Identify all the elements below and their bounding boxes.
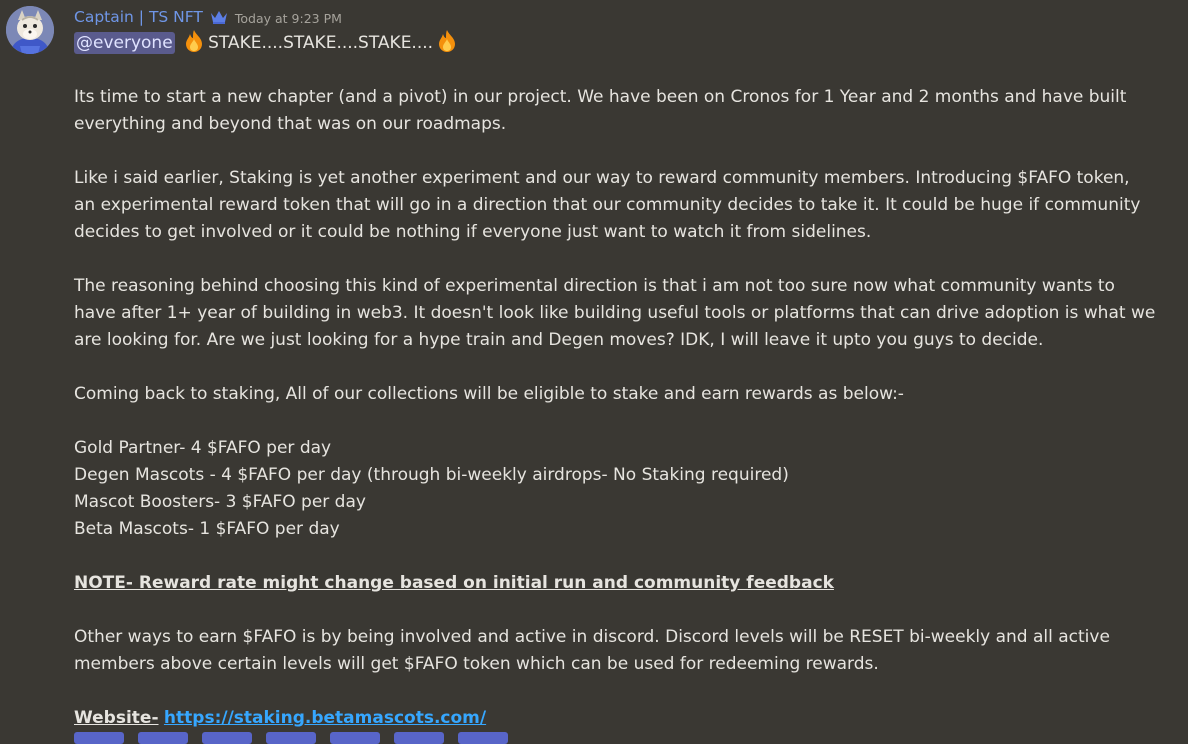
- fire-icon: [183, 29, 205, 53]
- reward-item: Degen Mascots - 4 $FAFO per day (through…: [74, 465, 789, 485]
- reasoning-paragraph: The reasoning behind choosing this kind …: [74, 273, 1179, 354]
- headline-line: @everyone STAKE....STAKE....STAKE....: [74, 29, 1179, 57]
- link-button[interactable]: [394, 732, 444, 744]
- other-ways-paragraph: Other ways to earn $FAFO is by being inv…: [74, 624, 1179, 678]
- link-button[interactable]: [138, 732, 188, 744]
- paragraph-line: are looking for. Are we just looking for…: [74, 330, 1044, 350]
- paragraph-line: everything and beyond that was on our ro…: [74, 114, 507, 134]
- note-paragraph: NOTE- Reward rate might change based on …: [74, 570, 1179, 597]
- paragraph-line: Coming back to staking, All of our colle…: [74, 384, 904, 404]
- everyone-mention[interactable]: @everyone: [74, 32, 175, 54]
- link-button[interactable]: [74, 732, 124, 744]
- staking-intro-paragraph: Like i said earlier, Staking is yet anot…: [74, 165, 1179, 246]
- website-link[interactable]: https://staking.betamascots.com/: [164, 708, 486, 728]
- note-text: NOTE- Reward rate might change based on …: [74, 573, 834, 593]
- message-header: Captain | TS NFT Today at 9:23 PM: [74, 5, 342, 29]
- paragraph-line: have after 1+ year of building in web3. …: [74, 303, 1156, 323]
- paragraph-line: Other ways to earn $FAFO is by being inv…: [74, 627, 1110, 647]
- paragraph-line: Like i said earlier, Staking is yet anot…: [74, 168, 1130, 188]
- link-button[interactable]: [266, 732, 316, 744]
- author-name[interactable]: Captain | TS NFT: [74, 8, 203, 26]
- link-button[interactable]: [458, 732, 508, 744]
- paragraph-line: Its time to start a new chapter (and a p…: [74, 87, 1127, 107]
- paragraph-line: The reasoning behind choosing this kind …: [74, 276, 1115, 296]
- message-content: @everyone STAKE....STAKE....STAKE.... It…: [74, 29, 1179, 732]
- fire-icon: [436, 29, 458, 53]
- reward-item: Mascot Boosters- 3 $FAFO per day: [74, 492, 366, 512]
- collections-intro-paragraph: Coming back to staking, All of our colle…: [74, 381, 1179, 408]
- link-button[interactable]: [330, 732, 380, 744]
- crown-icon: [209, 9, 229, 25]
- chat-message: Captain | TS NFT Today at 9:23 PM @every…: [0, 0, 1188, 744]
- message-timestamp: Today at 9:23 PM: [234, 10, 342, 26]
- paragraph-line: an experimental reward token that will g…: [74, 195, 1141, 215]
- paragraph-line: members above certain levels will get $F…: [74, 654, 879, 674]
- fox-avatar-icon: [6, 6, 54, 54]
- link-buttons-row: [74, 732, 508, 744]
- headline-text: STAKE....STAKE....STAKE....: [208, 33, 434, 53]
- website-label: Website-: [74, 708, 159, 728]
- user-avatar[interactable]: [6, 6, 54, 54]
- rewards-list: Gold Partner- 4 $FAFO per day Degen Masc…: [74, 435, 1179, 543]
- reward-item: Beta Mascots- 1 $FAFO per day: [74, 519, 340, 539]
- link-button[interactable]: [202, 732, 252, 744]
- website-line: Website- https://staking.betamascots.com…: [74, 705, 1179, 732]
- paragraph-line: decides to get involved or it could be n…: [74, 222, 872, 242]
- intro-paragraph: Its time to start a new chapter (and a p…: [74, 84, 1179, 138]
- reward-item: Gold Partner- 4 $FAFO per day: [74, 438, 332, 458]
